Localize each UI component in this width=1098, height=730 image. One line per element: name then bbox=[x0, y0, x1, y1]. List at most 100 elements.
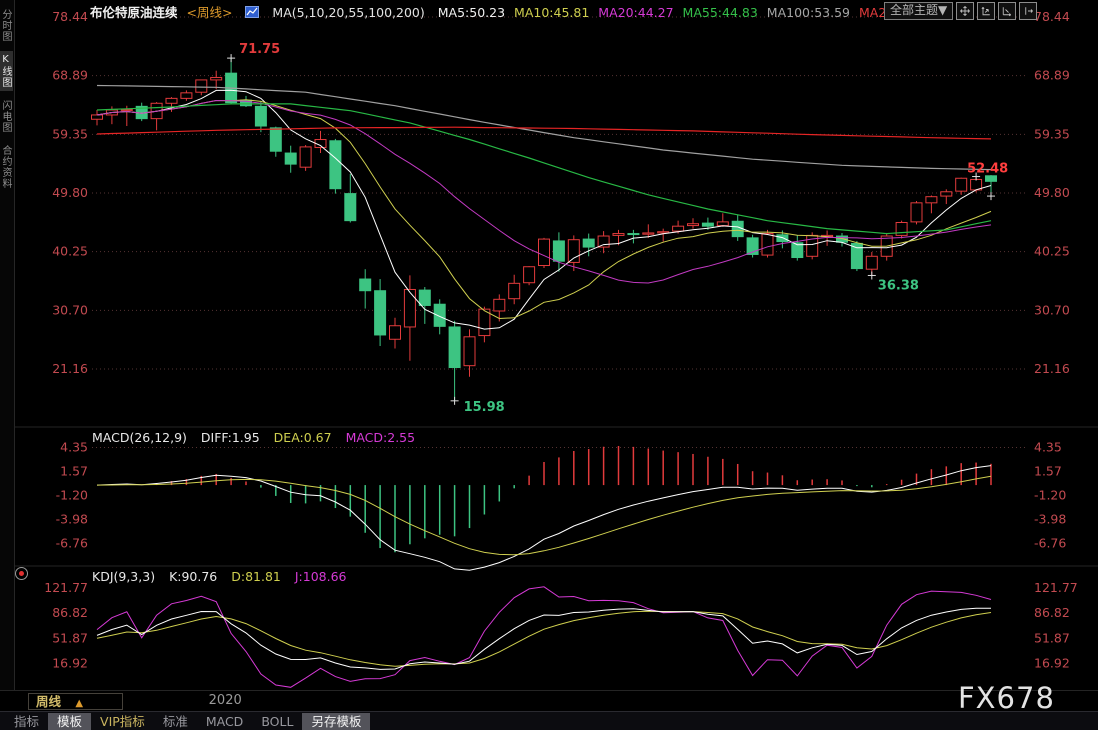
candle-up bbox=[896, 222, 907, 235]
candle-down bbox=[449, 327, 460, 368]
candle-up bbox=[956, 178, 967, 191]
main-axis-tick-right: 68.89 bbox=[1034, 68, 1070, 83]
kdj-j-value: J:108.66 bbox=[295, 569, 347, 584]
candle-down bbox=[345, 194, 356, 221]
panel-settings-icon[interactable] bbox=[15, 567, 28, 580]
main-axis-tick-left: 78.44 bbox=[52, 9, 88, 24]
candle-up bbox=[762, 234, 773, 256]
candle-down bbox=[553, 241, 564, 261]
kdj-k-value: K:90.76 bbox=[169, 569, 217, 584]
kdj-axis-tick-left: 51.87 bbox=[52, 630, 88, 645]
main-axis-tick-right: 30.70 bbox=[1034, 302, 1070, 317]
sidebar-item-active[interactable]: K线图 bbox=[0, 51, 13, 91]
toolbar-tab[interactable]: MACD bbox=[197, 713, 252, 730]
candle-up bbox=[643, 233, 654, 234]
macd-axis-tick-right: -6.76 bbox=[1034, 536, 1066, 551]
extreme-price-marker bbox=[868, 271, 876, 279]
kdj-indicator-header: KDJ(9,3,3) K:90.76 D:81.81 J:108.66 bbox=[92, 569, 357, 584]
toolbar-tab[interactable]: 模板 bbox=[48, 713, 91, 730]
scale-y-icon[interactable] bbox=[977, 2, 995, 20]
macd-dea-value: DEA:0.67 bbox=[274, 430, 332, 445]
kdj-axis-tick-right: 86.82 bbox=[1034, 605, 1070, 620]
macd-indicator-header: MACD(26,12,9) DIFF:1.95 DEA:0.67 MACD:2.… bbox=[92, 430, 425, 445]
candle-up bbox=[211, 77, 222, 79]
shift-right-icon[interactable] bbox=[1019, 2, 1037, 20]
candle-down bbox=[702, 223, 713, 226]
candle-down bbox=[419, 290, 430, 305]
year-axis-label: 2020 bbox=[209, 693, 242, 708]
candle-up bbox=[598, 236, 609, 247]
candle-up bbox=[568, 240, 579, 263]
candle-down bbox=[360, 279, 371, 291]
candle-up bbox=[911, 203, 922, 222]
candle-up bbox=[166, 98, 177, 103]
main-axis-tick-left: 59.35 bbox=[52, 126, 88, 141]
bottom-toolbar: 指标模板VIP指标标准MACDBOLL另存模板 bbox=[0, 711, 1098, 730]
candle-up bbox=[524, 267, 535, 283]
sidebar-item-tab[interactable]: 合约资料 bbox=[0, 142, 13, 192]
candle-up bbox=[181, 93, 192, 99]
macd-axis-tick-left: -1.20 bbox=[56, 487, 88, 502]
ma-value-label: MA5:50.23 bbox=[438, 5, 505, 20]
candle-down bbox=[270, 128, 281, 151]
macd-axis-tick-right: 4.35 bbox=[1034, 440, 1062, 455]
candle-up bbox=[866, 256, 877, 269]
candle-up bbox=[717, 222, 728, 226]
left-sidebar: 分时图 K线图闪电图合约资料 bbox=[0, 0, 15, 690]
candle-up bbox=[509, 283, 520, 298]
main-axis-tick-right: 59.35 bbox=[1034, 126, 1070, 141]
candle-down bbox=[255, 106, 266, 126]
macd-axis-tick-left: 4.35 bbox=[60, 440, 88, 455]
main-axis-tick-left: 21.16 bbox=[52, 361, 88, 376]
candle-down bbox=[777, 235, 788, 242]
main-axis-tick-left: 68.89 bbox=[52, 68, 88, 83]
price-chart-canvas[interactable]: 78.4478.4468.8968.8959.3559.3549.8049.80… bbox=[0, 0, 1098, 690]
chart-app: 78.4478.4468.8968.8959.3559.3549.8049.80… bbox=[0, 0, 1098, 729]
chart-type-icon[interactable] bbox=[245, 6, 259, 21]
toolbar-tab[interactable]: BOLL bbox=[252, 713, 302, 730]
macd-axis-tick-right: 1.57 bbox=[1034, 464, 1062, 479]
toolbar-tab[interactable]: VIP指标 bbox=[91, 713, 154, 730]
price-annotation: 15.98 bbox=[464, 400, 505, 415]
main-axis-tick-left: 30.70 bbox=[52, 302, 88, 317]
ma-params-label: MA(5,10,20,55,100,200) bbox=[272, 5, 424, 20]
scale-x-icon[interactable] bbox=[998, 2, 1016, 20]
ma-values: MA5:50.23MA10:45.81MA20:44.27MA55:44.83M… bbox=[438, 5, 944, 20]
chart-header: 布伦特原油连续 <周线> MA(5,10,20,55,100,200) MA5:… bbox=[90, 2, 952, 17]
candle-up bbox=[941, 192, 952, 196]
candles bbox=[92, 58, 997, 401]
main-axis-tick-left: 40.25 bbox=[52, 244, 88, 259]
symbol-name: 布伦特原油连续 bbox=[90, 5, 178, 20]
candle-down bbox=[732, 221, 743, 236]
ma-value-label: MA20:44.27 bbox=[598, 5, 673, 20]
candle-down bbox=[628, 234, 639, 235]
candle-up bbox=[673, 226, 684, 231]
macd-diff-value: DIFF:1.95 bbox=[201, 430, 260, 445]
candle-up bbox=[926, 197, 937, 203]
sidebar-item-tab[interactable]: 分时图 bbox=[0, 6, 13, 45]
period-selector[interactable]: 周线 ▲ bbox=[28, 693, 123, 710]
theme-select-button[interactable]: 全部主题▼ bbox=[884, 2, 953, 20]
kdj-axis-tick-left: 16.92 bbox=[52, 656, 88, 671]
toolbar-tab[interactable]: 指标 bbox=[5, 713, 48, 730]
macd-axis-tick-left: -6.76 bbox=[56, 536, 88, 551]
candle-down bbox=[330, 141, 341, 189]
toolbar-tab[interactable]: 标准 bbox=[154, 713, 197, 730]
candle-down bbox=[986, 176, 997, 182]
candle-up bbox=[121, 109, 132, 110]
candle-up bbox=[404, 289, 415, 326]
candle-up bbox=[539, 239, 550, 265]
kdj-axis-tick-right: 121.77 bbox=[1034, 580, 1078, 595]
toolbar-tab[interactable]: 另存模板 bbox=[302, 713, 370, 730]
candle-down bbox=[375, 291, 386, 335]
pan-icon[interactable] bbox=[956, 2, 974, 20]
candle-down bbox=[434, 304, 445, 326]
macd-bar-value: MACD:2.55 bbox=[346, 430, 416, 445]
chart-window-controls: 全部主题▼ bbox=[884, 2, 1037, 20]
price-annotation: 71.75 bbox=[239, 42, 280, 57]
period-tag: <周线> bbox=[187, 5, 233, 20]
sidebar-item-tab[interactable]: 闪电图 bbox=[0, 97, 13, 136]
macd-axis-tick-left: -3.98 bbox=[56, 511, 88, 526]
candle-down bbox=[583, 239, 594, 247]
macd-axis-tick-left: 1.57 bbox=[60, 464, 88, 479]
